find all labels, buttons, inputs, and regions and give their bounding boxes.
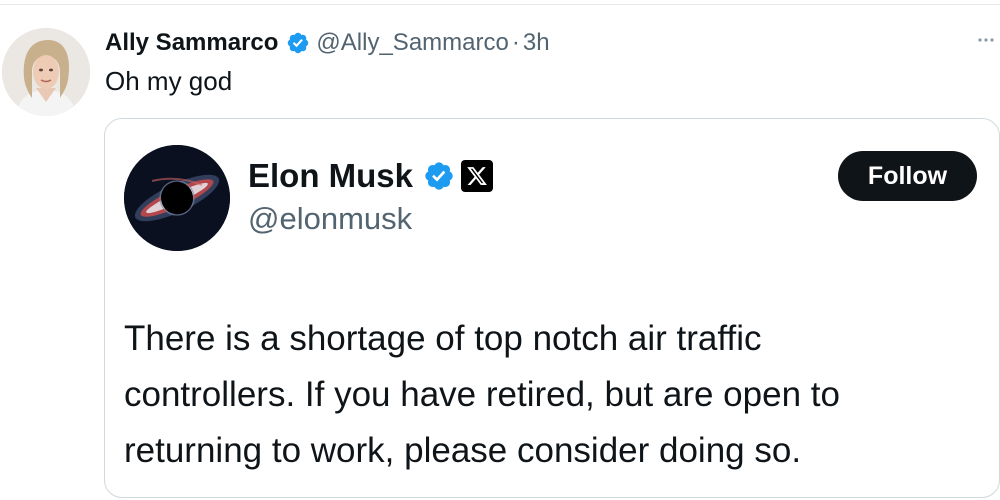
author-avatar-image (2, 28, 90, 116)
author-name[interactable]: Ally Sammarco (105, 29, 278, 57)
quoted-author-name[interactable]: Elon Musk (248, 157, 413, 195)
quoted-author-avatar[interactable] (124, 145, 230, 251)
author-handle[interactable]: @Ally_Sammarco (316, 29, 508, 57)
tweet-header: Ally Sammarco @Ally_Sammarco · 3h (105, 26, 550, 60)
separator-dot: · (511, 29, 520, 56)
quoted-tweet-text: There is a shortage of top notch air tra… (124, 311, 984, 479)
verified-badge-icon (423, 160, 455, 192)
black-hole-avatar-image (124, 145, 230, 251)
follow-button[interactable]: Follow (838, 151, 977, 201)
quoted-tweet-text-line: controllers. If you have retired, but ar… (124, 375, 840, 414)
top-divider (0, 4, 1000, 5)
verified-badge-icon (286, 31, 310, 55)
quoted-tweet-text-line: There is a shortage of top notch air tra… (124, 319, 762, 358)
quoted-tweet-card[interactable]: Elon Musk @elonmusk Follow There is a sh… (104, 118, 1000, 498)
quoted-author-handle[interactable]: @elonmusk (248, 201, 412, 237)
more-options-icon[interactable] (976, 28, 996, 52)
x-logo-icon (461, 160, 494, 192)
quoted-author-line: Elon Musk (248, 155, 494, 197)
author-avatar[interactable] (2, 28, 90, 116)
tweet-text: Oh my god (105, 66, 233, 96)
quoted-tweet-text-line: returning to work, please consider doing… (124, 431, 802, 470)
tweet-timestamp[interactable]: 3h (523, 29, 550, 57)
